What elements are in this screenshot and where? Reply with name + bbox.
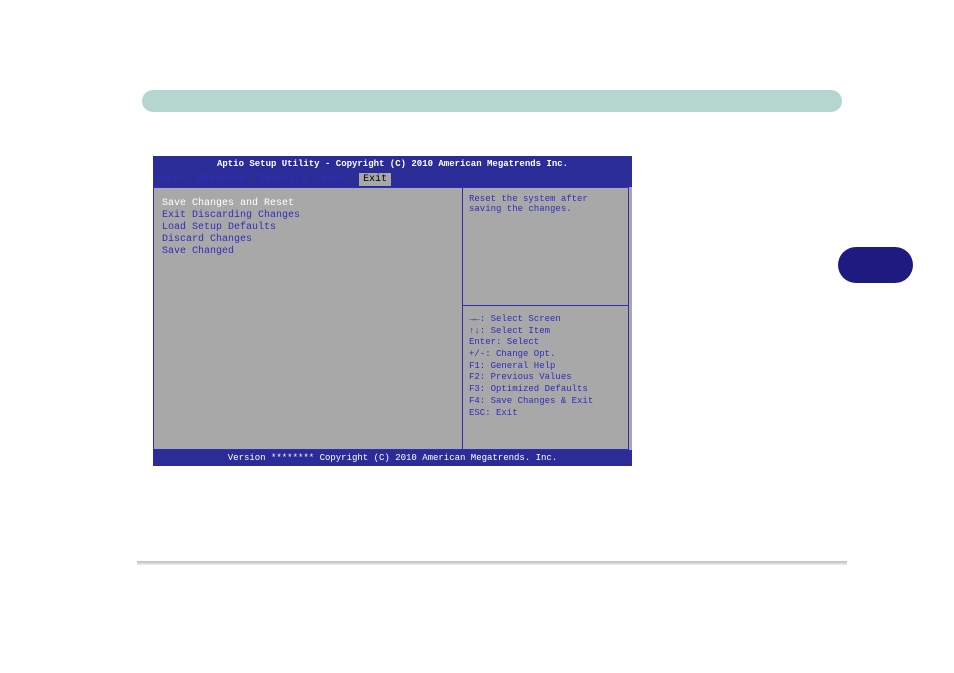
bios-footer: Version ******** Copyright (C) 2010 Amer… [153, 450, 632, 466]
tab-advanced[interactable]: Advanced [197, 174, 245, 185]
help-f1: F1: General Help [469, 361, 622, 373]
page-divider [137, 561, 847, 565]
help-esc: ESC: Exit [469, 408, 622, 420]
section-title-bar [142, 90, 842, 112]
tab-exit[interactable]: Exit [359, 173, 391, 186]
left-right-arrow-icon: →← [469, 314, 480, 324]
bios-header: Aptio Setup Utility - Copyright (C) 2010… [153, 156, 632, 172]
help-select-item: ↑↓: Select Item [469, 326, 622, 338]
option-load-defaults[interactable]: Load Setup Defaults [162, 222, 454, 233]
up-down-arrow-icon: ↑↓ [469, 326, 480, 336]
tab-main[interactable]: Main [159, 174, 183, 185]
help-enter: Enter: Select [469, 337, 622, 349]
bios-setup-window: Aptio Setup Utility - Copyright (C) 2010… [153, 156, 632, 458]
bios-info-panel: Reset the system after saving the change… [463, 187, 629, 450]
option-description: Reset the system after saving the change… [463, 187, 629, 306]
tab-boot[interactable]: Boot [321, 174, 345, 185]
page-side-tab [838, 247, 913, 283]
help-f2: F2: Previous Values [469, 372, 622, 384]
help-f4: F4: Save Changes & Exit [469, 396, 622, 408]
option-discard-changes[interactable]: Discard Changes [162, 234, 454, 245]
bios-body: Save Changes and Reset Exit Discarding C… [153, 187, 632, 450]
option-exit-discarding[interactable]: Exit Discarding Changes [162, 210, 454, 221]
help-select-screen: →←: Select Screen [469, 314, 622, 326]
help-f3: F3: Optimized Defaults [469, 384, 622, 396]
bios-options-panel: Save Changes and Reset Exit Discarding C… [153, 187, 463, 450]
option-save-changes-reset[interactable]: Save Changes and Reset [162, 198, 454, 209]
help-change-opt: +/-: Change Opt. [469, 349, 622, 361]
tab-security[interactable]: Security [259, 174, 307, 185]
option-save-changed[interactable]: Save Changed [162, 246, 454, 257]
bios-menu-bar: Main Advanced Security Boot Exit [153, 172, 632, 187]
help-panel: →←: Select Screen ↑↓: Select Item Enter:… [463, 306, 629, 450]
